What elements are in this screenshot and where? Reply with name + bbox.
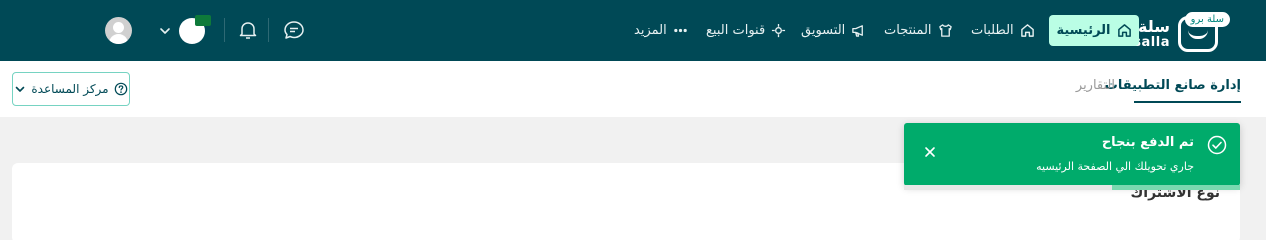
nav-products[interactable]: المنتجات xyxy=(884,15,953,46)
help-center-label: مركز المساعدة xyxy=(31,82,109,96)
nav-channels[interactable]: قنوات البيع xyxy=(706,15,786,46)
separator xyxy=(268,18,269,42)
user-avatar[interactable] xyxy=(105,17,132,44)
help-icon xyxy=(114,82,127,96)
pro-badge: سلة برو xyxy=(1184,12,1230,27)
salla-logo[interactable]: سلة salla سلة برو xyxy=(1133,6,1242,54)
nav-marketing[interactable]: التسويق xyxy=(801,15,866,46)
chevron-down-icon xyxy=(16,86,25,92)
close-icon[interactable] xyxy=(924,146,936,158)
toast-progress-track xyxy=(904,185,1240,190)
active-tab-underline xyxy=(1134,101,1241,103)
channels-icon xyxy=(772,23,786,38)
orders-icon xyxy=(1020,24,1034,37)
check-circle-icon xyxy=(1207,135,1227,155)
nav-products-label: المنتجات xyxy=(884,23,932,38)
home-icon xyxy=(1117,24,1131,37)
nav-more[interactable]: المزيد xyxy=(634,15,688,46)
marketing-icon xyxy=(852,25,864,37)
success-toast: تم الدفع بنجاح جاري تحويلك الي الصفحة ال… xyxy=(904,123,1240,186)
store-flag-icon xyxy=(195,15,211,26)
toast-title: تم الدفع بنجاح xyxy=(1101,135,1194,150)
chat-icon[interactable] xyxy=(282,18,306,42)
sub-header: إدارة صانع التطبيقات التقارير مركز المسا… xyxy=(0,61,1266,117)
products-icon xyxy=(938,24,952,37)
tab-app-maker[interactable]: إدارة صانع التطبيقات xyxy=(1105,78,1241,93)
tab-reports[interactable]: التقارير xyxy=(1076,78,1115,93)
nav-more-label: المزيد xyxy=(634,23,667,38)
avatar-head xyxy=(113,22,124,33)
toast-progress-bar xyxy=(1112,185,1240,190)
nav-home-label: الرئيسية xyxy=(1056,23,1111,38)
nav-orders-label: الطلبات xyxy=(971,23,1014,38)
nav-orders[interactable]: الطلبات xyxy=(971,15,1035,46)
nav-marketing-label: التسويق xyxy=(801,23,846,38)
chevron-down-icon[interactable] xyxy=(158,24,172,38)
nav-home-button[interactable]: الرئيسية xyxy=(1049,15,1139,46)
top-navbar: سلة salla سلة برو الرئيسية الطلبات المنت… xyxy=(0,0,1266,61)
bell-icon[interactable] xyxy=(236,18,260,42)
toast-message: جاري تحويلك الي الصفحة الرئيسيه xyxy=(1036,160,1194,173)
help-center-button[interactable]: مركز المساعدة xyxy=(12,72,130,106)
nav-channels-label: قنوات البيع xyxy=(706,23,766,38)
separator xyxy=(224,18,225,42)
logo-text-ar: سلة xyxy=(1138,17,1170,36)
more-icon xyxy=(673,28,687,33)
avatar-body xyxy=(109,34,128,44)
